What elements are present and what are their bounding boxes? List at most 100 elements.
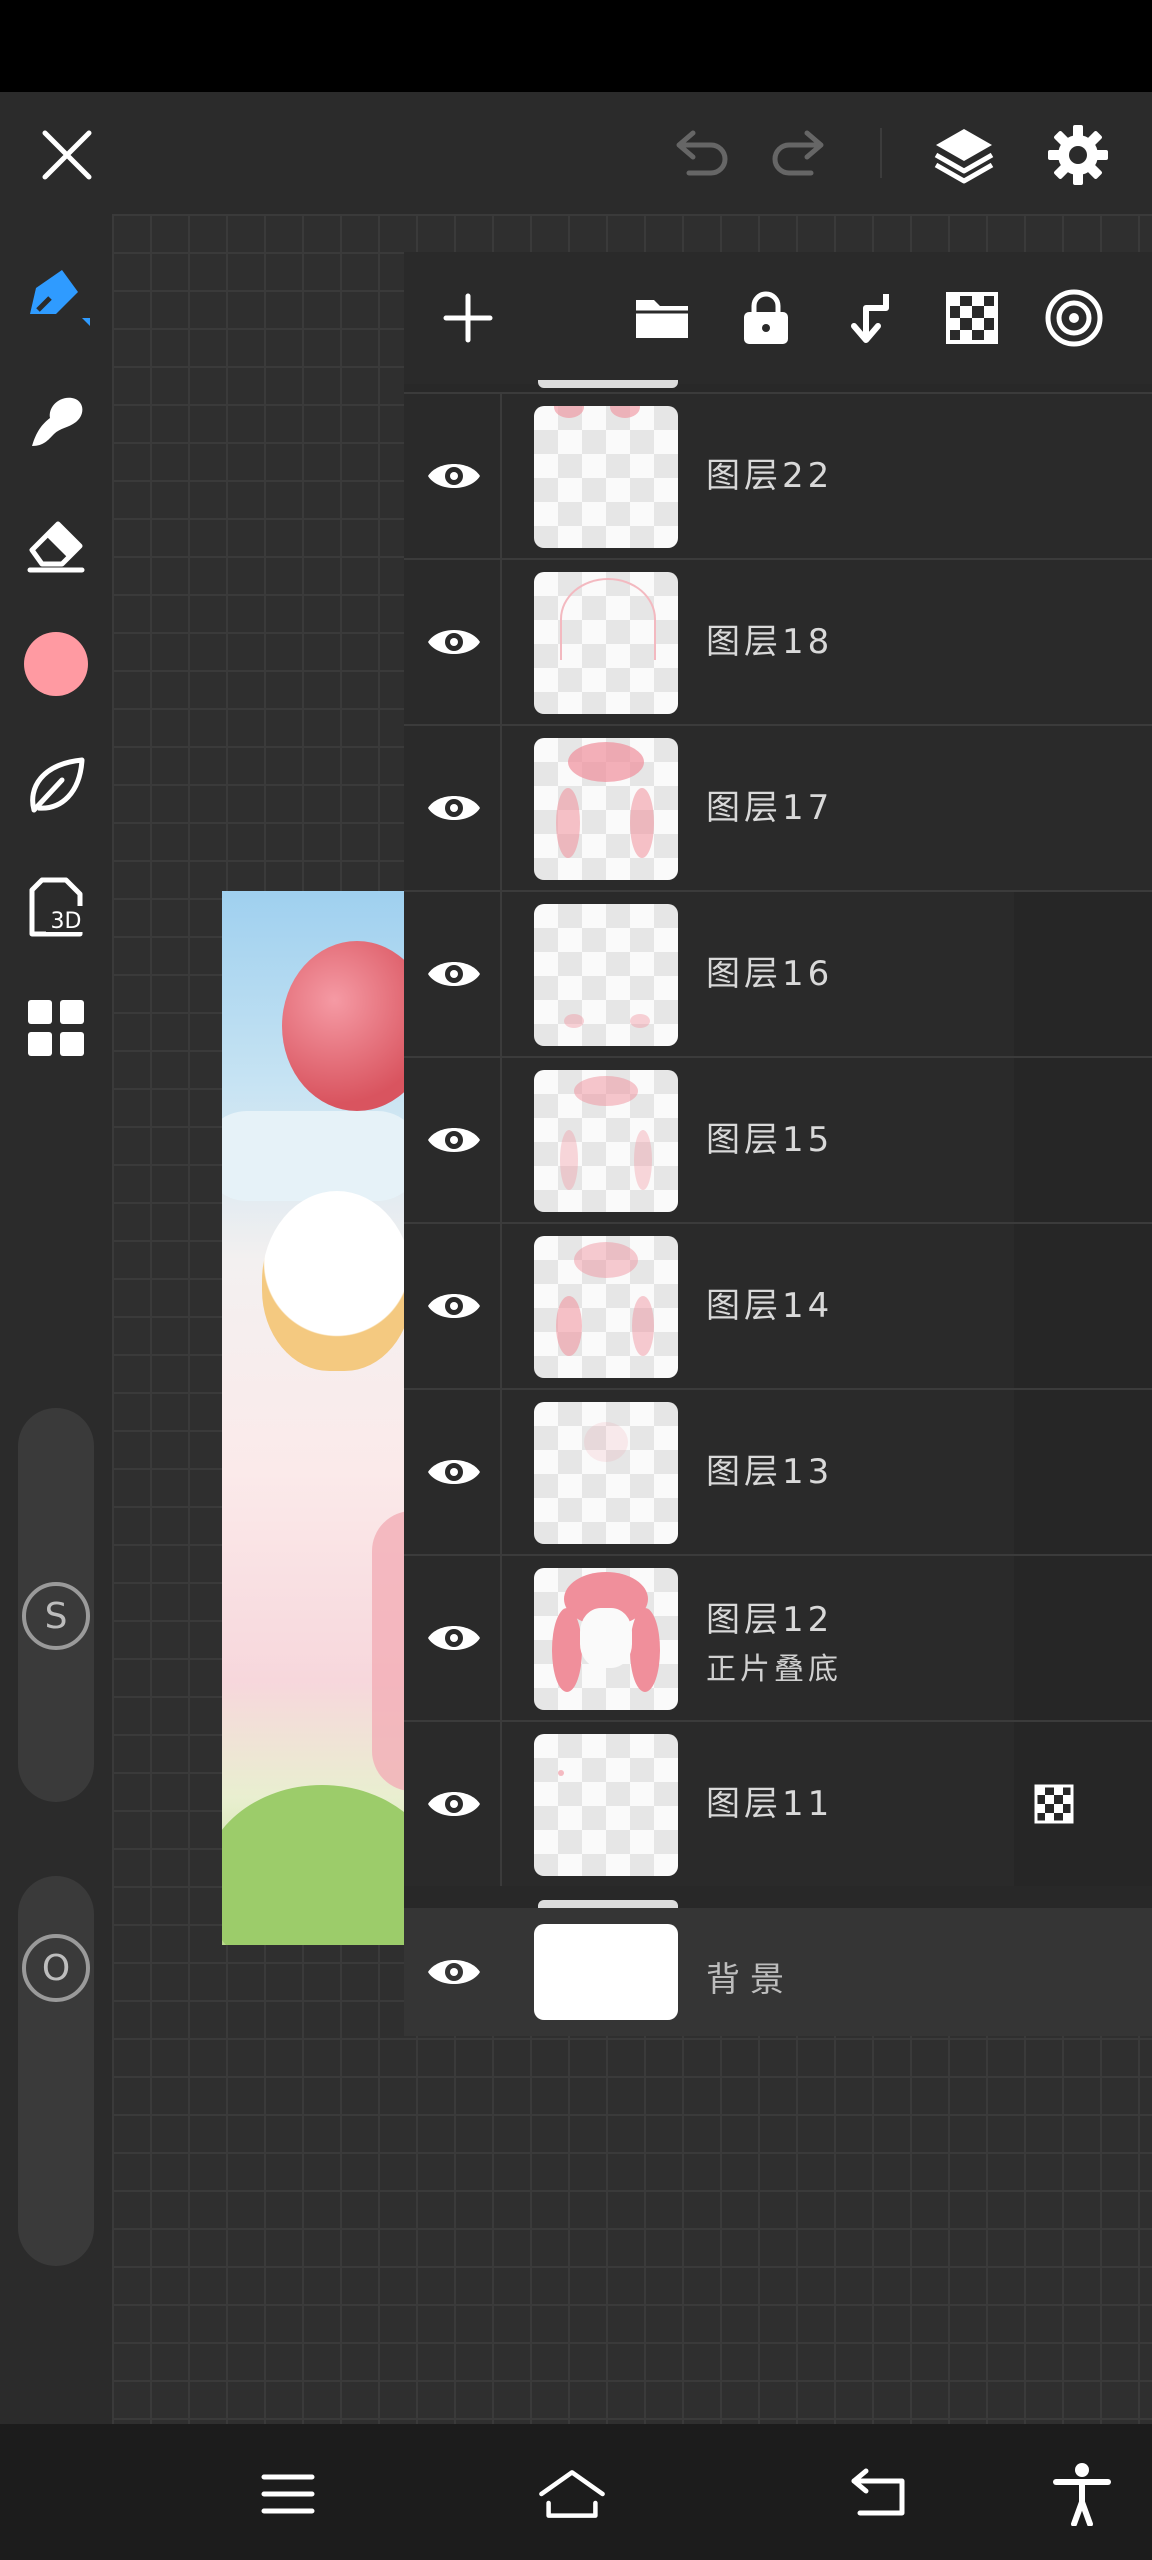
layer-thumbnail <box>534 572 678 714</box>
row-shade <box>1014 1390 1152 1554</box>
layer-row[interactable]: 图层17 <box>404 724 1152 890</box>
layer-name: 图层11 <box>706 1784 834 1824</box>
layer-name: 图层14 <box>706 1286 834 1326</box>
merge-down-icon[interactable] <box>830 278 910 358</box>
plus-icon[interactable] <box>428 278 508 358</box>
menu-icon[interactable] <box>252 2458 324 2530</box>
visibility-toggle[interactable] <box>404 394 502 558</box>
visibility-toggle[interactable] <box>404 1556 502 1720</box>
layer-name: 图层17 <box>706 788 834 828</box>
system-nav-bar <box>0 2424 1152 2560</box>
close-icon[interactable] <box>34 122 100 188</box>
cat-character <box>262 1191 404 1371</box>
layer-thumbnail <box>534 1402 678 1544</box>
layer-thumbnail <box>534 1070 678 1212</box>
eye-icon <box>428 1792 480 1816</box>
leaf-icon[interactable] <box>16 746 96 826</box>
layer-blend-mode[interactable]: 正片叠底 <box>706 1644 842 1688</box>
layer-row[interactable]: 图层18 <box>404 558 1152 724</box>
eraser-icon[interactable] <box>16 504 96 584</box>
smudge-icon[interactable] <box>16 382 96 462</box>
layer-row[interactable]: 图层11 <box>404 1720 1152 1886</box>
row-shade <box>1014 892 1152 1056</box>
hill-shape <box>222 1785 404 1945</box>
layer-thumbnail <box>534 406 678 548</box>
gear-icon[interactable] <box>1040 118 1116 192</box>
pen-icon[interactable] <box>16 258 96 338</box>
3d-tool[interactable]: 3D <box>16 868 96 948</box>
eye-icon <box>428 464 480 488</box>
accessibility-icon[interactable] <box>1046 2458 1118 2530</box>
visibility-toggle[interactable] <box>404 1390 502 1554</box>
visibility-toggle[interactable] <box>404 1908 500 2036</box>
row-shade <box>1014 1224 1152 1388</box>
visibility-toggle[interactable] <box>404 1058 502 1222</box>
eye-icon <box>428 962 480 986</box>
3d-icon: 3D <box>29 877 86 937</box>
layer-row[interactable]: 图层16 <box>404 890 1152 1056</box>
layer-name: 图层12 <box>706 1600 834 1640</box>
grid-icon[interactable] <box>16 988 96 1068</box>
color-circle <box>24 632 88 696</box>
layers-icon[interactable] <box>926 118 1002 192</box>
background-layer-row[interactable]: 背景 <box>404 1908 1152 2036</box>
status-bar <box>0 0 1152 92</box>
color-swatch[interactable] <box>16 624 96 704</box>
visibility-toggle[interactable] <box>404 892 502 1056</box>
home-icon[interactable] <box>536 2458 608 2530</box>
opacity-slider[interactable]: O <box>18 1876 94 2266</box>
checkerboard-icon[interactable] <box>932 278 1012 358</box>
visibility-toggle[interactable] <box>404 1722 502 1886</box>
undo-icon[interactable] <box>664 122 734 188</box>
layer-thumbnail-peek <box>538 1900 678 1908</box>
eye-icon <box>428 1294 480 1318</box>
layers-toolbar <box>404 252 1152 384</box>
eye-icon <box>428 1626 480 1650</box>
pink-shape <box>372 1511 404 1791</box>
visibility-toggle[interactable] <box>404 560 502 724</box>
visibility-toggle[interactable] <box>404 1224 502 1388</box>
cloud-shape <box>222 1111 404 1201</box>
layer-row[interactable]: 图层13 <box>404 1388 1152 1554</box>
checkerboard-icon[interactable] <box>1020 1770 1088 1838</box>
layer-thumbnail <box>534 904 678 1046</box>
eye-icon <box>428 1128 480 1152</box>
layer-name: 图层15 <box>706 1120 834 1160</box>
toolbar-divider <box>880 128 882 178</box>
target-icon[interactable] <box>1034 278 1114 358</box>
lock-icon[interactable] <box>726 278 806 358</box>
artwork-canvas[interactable] <box>222 891 404 1945</box>
size-slider-knob[interactable]: S <box>22 1582 90 1650</box>
3d-label: 3D <box>51 909 82 934</box>
layer-name: 图层13 <box>706 1452 834 1492</box>
layer-thumbnail <box>534 1236 678 1378</box>
size-slider[interactable]: S <box>18 1408 94 1802</box>
eye-icon <box>428 1960 480 1984</box>
layer-row[interactable]: 图层14 <box>404 1222 1152 1388</box>
layer-name: 背景 <box>706 1960 794 2000</box>
top-bar <box>0 92 1152 214</box>
balloon-shape <box>282 941 404 1111</box>
layer-row[interactable]: 图层15 <box>404 1056 1152 1222</box>
layer-thumbnail <box>534 1568 678 1710</box>
back-icon[interactable] <box>842 2458 914 2530</box>
layer-name: 图层22 <box>706 456 834 496</box>
layer-row[interactable]: 图层22 <box>404 392 1152 558</box>
opacity-slider-knob[interactable]: O <box>22 1934 90 2002</box>
eye-icon <box>428 1460 480 1484</box>
eye-icon <box>428 630 480 654</box>
redo-icon[interactable] <box>766 122 836 188</box>
layer-row[interactable]: 图层12 正片叠底 <box>404 1554 1152 1720</box>
layer-thumbnail <box>534 1734 678 1876</box>
row-shade <box>1014 1058 1152 1222</box>
eye-icon <box>428 796 480 820</box>
layers-panel: 图层22 图层18 图层17 图层16 图层15 图层14 图层13 图层12 … <box>404 252 1152 2036</box>
layer-thumbnail-peek <box>538 380 678 388</box>
layer-name: 图层16 <box>706 954 834 994</box>
layer-thumbnail <box>534 1924 678 2020</box>
layer-name: 图层18 <box>706 622 834 662</box>
row-shade <box>1014 1556 1152 1720</box>
visibility-toggle[interactable] <box>404 726 502 890</box>
layer-thumbnail <box>534 738 678 880</box>
folder-icon[interactable] <box>622 278 702 358</box>
